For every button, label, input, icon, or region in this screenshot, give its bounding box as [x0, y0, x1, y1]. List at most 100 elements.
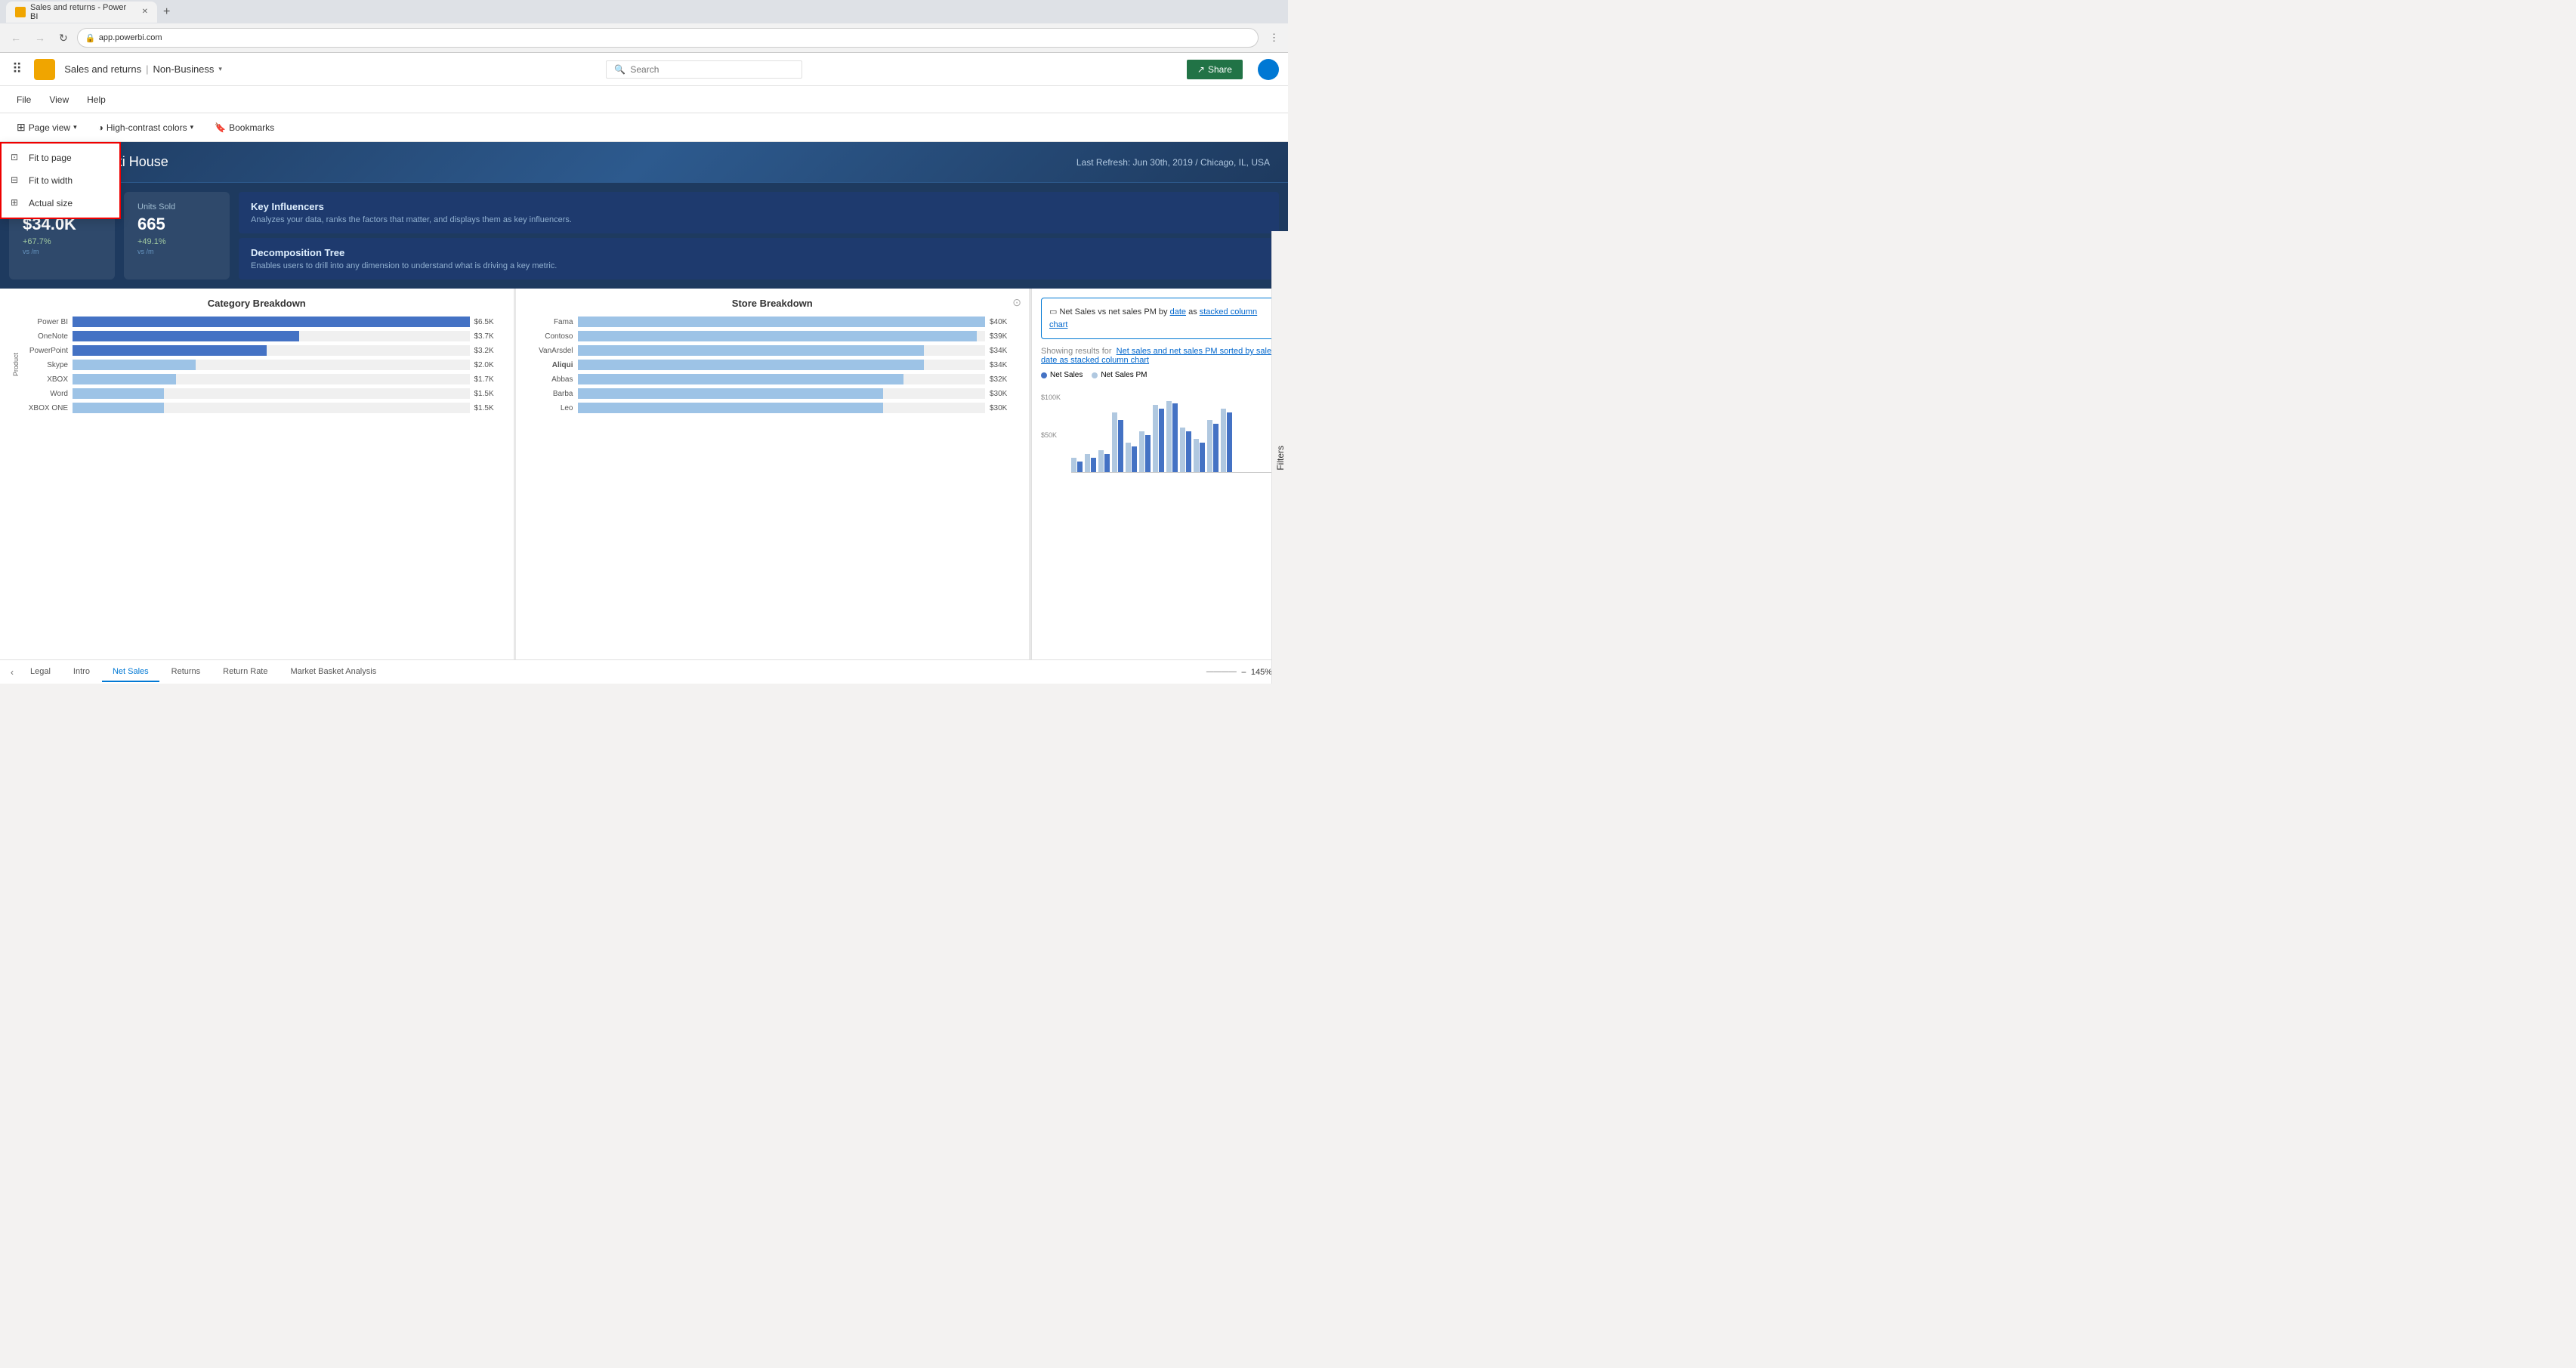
tab-market-basket[interactable]: Market Basket Analysis [280, 662, 387, 682]
bar-container-xbox [73, 374, 470, 384]
report-header: soft | Alpine Ski House Last Refresh: Ju… [0, 142, 1288, 183]
bar-container-aliqui [578, 360, 986, 370]
user-avatar[interactable] [1258, 59, 1279, 80]
zoom-controls: ———— − 145% + [1206, 667, 1282, 678]
dropdown-actual-size[interactable]: ⊞ Actual size [2, 192, 119, 215]
bar-label-contoso: Contoso [528, 332, 573, 341]
toolbar: ⊞ Page view ▾ ⊡ Fit to page ⊟ Fit to wid… [0, 113, 1288, 142]
bar-row-powerbi: Power BI $6.5K [23, 317, 502, 327]
col-bar [1227, 412, 1232, 473]
ai-insights-panel: ▭ Net Sales vs net sales PM by date as s… [1031, 289, 1288, 659]
fit-width-icon: ⊟ [11, 174, 23, 187]
kpi-units-sold-period: vs /m [137, 248, 216, 255]
kpi-units-sold-value: 665 [137, 215, 216, 234]
bar-label-leo: Leo [528, 404, 573, 412]
store-chart-options[interactable]: ⊙ [1012, 296, 1021, 309]
category-chart-title: Category Breakdown [12, 298, 502, 309]
search-icon: 🔍 [614, 64, 625, 75]
search-input[interactable] [630, 64, 794, 75]
extensions-button[interactable]: ⋮ [1266, 29, 1282, 47]
bar-container-onenote [73, 331, 470, 341]
tab-legal[interactable]: Legal [20, 662, 61, 682]
col-bar [1207, 420, 1212, 473]
feature-cards: Key Influencers Analyzes your data, rank… [239, 192, 1279, 279]
ai-query-text2: as [1186, 307, 1200, 317]
col-bar [1200, 443, 1205, 473]
tab-title: Sales and returns - Power BI [30, 3, 133, 21]
breadcrumb-app: Sales and returns [64, 63, 141, 75]
search-bar[interactable]: 🔍 [606, 60, 802, 79]
bar-value-word: $1.5K [474, 390, 502, 398]
page-view-dropdown: ⊡ Fit to page ⊟ Fit to width ⊞ Actual si… [0, 142, 121, 219]
menu-view[interactable]: View [42, 91, 76, 108]
lock-icon: 🔒 [85, 33, 96, 43]
tab-net-sales[interactable]: Net Sales [102, 662, 159, 682]
dropdown-fit-to-width[interactable]: ⊟ Fit to width [2, 169, 119, 192]
col-group-12 [1221, 409, 1232, 473]
key-influencers-title: Key Influencers [251, 201, 1267, 212]
page-view-button[interactable]: ⊞ Page view ▾ [9, 118, 85, 137]
bookmarks-button[interactable]: 🔖 Bookmarks [207, 119, 282, 136]
refresh-button[interactable]: ↻ [54, 29, 73, 48]
forward-button[interactable]: → [30, 29, 50, 47]
col-bar [1098, 450, 1104, 473]
kpi-feature-row: Net Sales $34.0K +67.7% vs /m Units Sold… [0, 183, 1288, 289]
bar-container-xboxone [73, 403, 470, 413]
y-axis-50k: $50K [1041, 431, 1057, 439]
col-bar [1213, 424, 1219, 473]
share-button[interactable]: ↗ Share [1187, 60, 1243, 79]
bar-container-powerpoint [73, 345, 470, 356]
kpi-units-sold: Units Sold 665 +49.1% vs /m [124, 192, 230, 279]
bar-fill-powerbi [73, 317, 470, 327]
app-launcher-icon[interactable]: ⠿ [9, 58, 25, 80]
tab-close-btn[interactable]: ✕ [142, 8, 148, 16]
workspace-chevron[interactable]: ▾ [218, 65, 222, 73]
fit-to-page-label: Fit to page [29, 153, 72, 163]
filters-label: Filters [1275, 446, 1286, 471]
bar-row-xboxone: XBOX ONE $1.5K [23, 403, 502, 413]
col-group-9 [1180, 428, 1191, 473]
dropdown-fit-to-page[interactable]: ⊡ Fit to page [2, 147, 119, 169]
tab-prev-button[interactable]: ‹ [6, 664, 18, 681]
key-influencers-card: Key Influencers Analyzes your data, rank… [239, 192, 1279, 233]
tab-intro[interactable]: Intro [63, 662, 100, 682]
col-bar [1145, 435, 1151, 473]
bar-value-contoso: $39K [990, 332, 1017, 341]
page-view-chevron: ▾ [73, 123, 77, 131]
bar-row-fama: Fama $40K [528, 317, 1018, 327]
bookmarks-label: Bookmarks [229, 122, 274, 133]
bar-row-vanarsdel: VanArsdel $34K [528, 345, 1018, 356]
menu-file[interactable]: File [9, 91, 39, 108]
tab-returns[interactable]: Returns [161, 662, 212, 682]
page-view-label: Page view [29, 122, 70, 133]
bottom-tabs: ‹ Legal Intro Net Sales Returns Return R… [0, 659, 1288, 684]
bar-row-skype: Skype $2.0K [23, 360, 502, 370]
high-contrast-button[interactable]: ◑ High-contrast colors ▾ [91, 119, 202, 136]
col-bar [1159, 409, 1164, 473]
col-bar [1118, 420, 1123, 473]
ai-column-chart: $100K $50K [1041, 390, 1279, 473]
bar-value-xboxone: $1.5K [474, 404, 502, 412]
pbi-logo [34, 59, 55, 80]
bar-fill-xbox [73, 374, 176, 384]
breadcrumb-workspace[interactable]: Non-Business [153, 63, 214, 75]
zoom-slider-track: ———— [1206, 668, 1237, 676]
zoom-minus-button[interactable]: − [1241, 667, 1246, 678]
back-button[interactable]: ← [6, 29, 26, 47]
bookmarks-icon: 🔖 [215, 122, 226, 133]
share-icon: ↗ [1197, 64, 1205, 75]
col-bar [1221, 409, 1226, 473]
report-canvas: soft | Alpine Ski House Last Refresh: Ju… [0, 142, 1288, 684]
col-bar [1091, 458, 1096, 473]
filters-panel-toggle[interactable]: Filters [1271, 231, 1288, 684]
active-tab[interactable]: Sales and returns - Power BI ✕ [6, 2, 157, 23]
new-tab-button[interactable]: + [160, 2, 173, 22]
column-chart-bars [1071, 390, 1279, 473]
menu-help[interactable]: Help [79, 91, 113, 108]
legend-net-sales: Net Sales [1041, 371, 1083, 379]
address-bar[interactable]: 🔒 app.powerbi.com [77, 28, 1259, 48]
col-group-7 [1153, 405, 1164, 473]
tab-return-rate[interactable]: Return Rate [212, 662, 278, 682]
col-group-3 [1098, 450, 1110, 473]
report-wrapper: soft | Alpine Ski House Last Refresh: Ju… [0, 142, 1288, 684]
